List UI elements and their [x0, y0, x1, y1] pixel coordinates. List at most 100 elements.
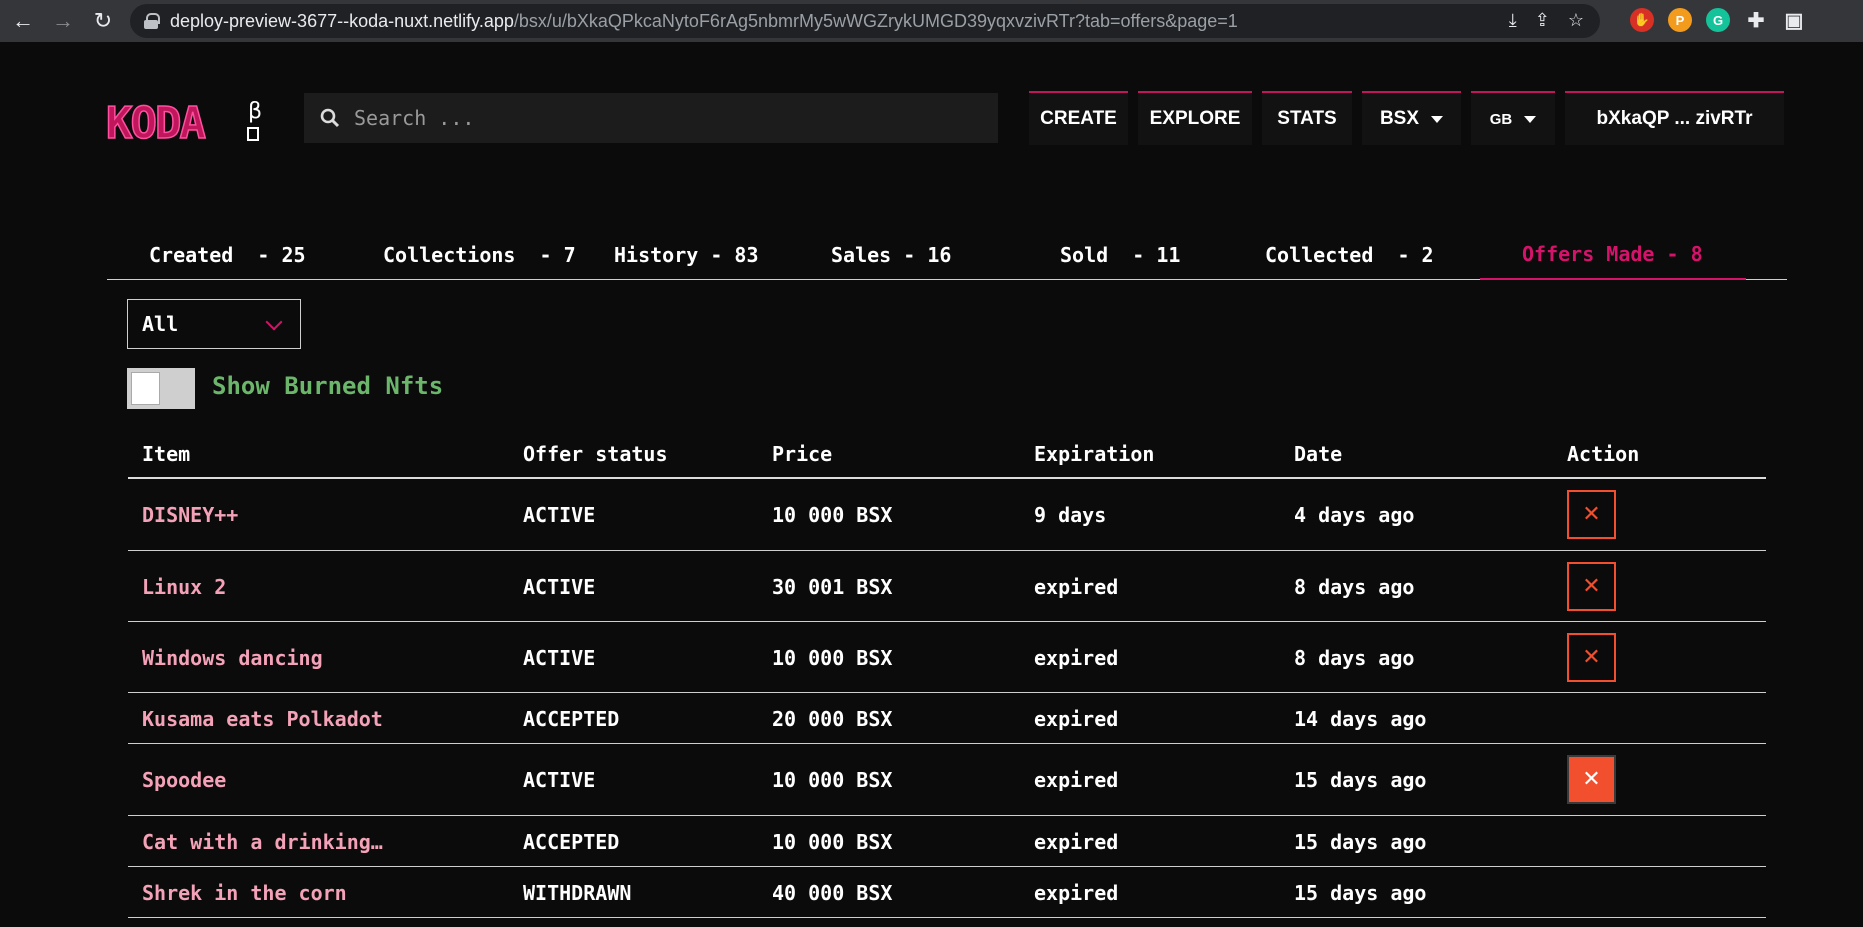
url-path: /bsx/u/bXkaQPkcaNytoF6rAg5nbmrMy5wWGZryk…: [513, 10, 1238, 31]
offer-status: ACTIVE: [523, 575, 596, 599]
offer-price: 40 000 BSX: [772, 881, 893, 905]
show-burned-label: Show Burned Nfts: [212, 372, 444, 400]
header-expiration: Expiration: [1034, 442, 1155, 466]
search-bar: [304, 93, 998, 143]
show-burned-toggle[interactable]: [127, 368, 195, 409]
tab-created[interactable]: Created - 25: [107, 230, 349, 280]
close-icon: ✕: [1582, 574, 1601, 599]
caret-down-icon: [1431, 115, 1444, 123]
offer-expiration: expired: [1034, 881, 1119, 905]
cancel-offer-button[interactable]: ✕: [1567, 755, 1616, 804]
top-nav: CREATE EXPLORE STATS BSX GB bXkaQP ... z…: [1029, 91, 1784, 145]
item-link[interactable]: Spoodee: [142, 768, 226, 792]
table-row: Kusama eats Polkadot ACCEPTED 20 000 BSX…: [128, 693, 1766, 744]
offer-date[interactable]: 14 days ago: [1294, 707, 1426, 731]
close-icon: ✕: [1582, 767, 1601, 792]
chevron-down-icon: [265, 313, 283, 331]
logo-text: KODA: [106, 98, 205, 149]
item-link[interactable]: DISNEY++: [142, 503, 238, 527]
forward-icon[interactable]: →: [46, 4, 80, 38]
offer-expiration: expired: [1034, 575, 1119, 599]
extensions-puzzle-icon[interactable]: ✚: [1744, 8, 1768, 32]
offer-date[interactable]: 15 days ago: [1294, 881, 1426, 905]
tab-history[interactable]: History - 83: [583, 230, 814, 280]
offer-price: 10 000 BSX: [772, 830, 893, 854]
offer-expiration: 9 days: [1034, 503, 1107, 527]
item-link[interactable]: Shrek in the corn: [142, 881, 347, 905]
logo-beta: β: [248, 99, 262, 124]
url-host: deploy-preview-3677--koda-nuxt.netlify.a…: [170, 10, 514, 31]
offer-date[interactable]: 8 days ago: [1294, 575, 1414, 599]
header-price: Price: [772, 442, 833, 466]
reload-icon[interactable]: ↻: [86, 4, 120, 38]
extension-p-icon[interactable]: P: [1668, 8, 1692, 32]
offer-date[interactable]: 15 days ago: [1294, 768, 1426, 792]
offer-status: ACCEPTED: [523, 707, 620, 731]
offer-price: 10 000 BSX: [772, 503, 893, 527]
tab-sales[interactable]: Sales - 16: [814, 230, 1031, 280]
nav-create[interactable]: CREATE: [1029, 91, 1128, 145]
chain-select[interactable]: BSX: [1362, 91, 1461, 145]
offer-price: 10 000 BSX: [772, 646, 893, 670]
address-bar[interactable]: deploy-preview-3677--koda-nuxt.netlify.a…: [130, 4, 1600, 38]
offers-table: Item Offer status Price Expiration Date …: [128, 432, 1766, 918]
offer-status: ACCEPTED: [523, 830, 620, 854]
table-row: Shrek in the corn WITHDRAWN 40 000 BSX e…: [128, 867, 1766, 918]
header-date: Date: [1294, 442, 1343, 466]
close-icon: ✕: [1582, 645, 1601, 670]
item-link[interactable]: Kusama eats Polkadot: [142, 707, 383, 731]
offer-price: 30 001 BSX: [772, 575, 893, 599]
nav-explore[interactable]: EXPLORE: [1138, 91, 1252, 145]
header-status: Offer status: [523, 442, 668, 466]
offer-expiration: expired: [1034, 830, 1119, 854]
side-panel-icon[interactable]: ▣: [1782, 8, 1806, 32]
grammarly-icon[interactable]: G: [1706, 8, 1730, 32]
cancel-offer-button[interactable]: ✕: [1567, 490, 1616, 539]
offer-price: 10 000 BSX: [772, 768, 893, 792]
close-icon: ✕: [1582, 502, 1601, 527]
caret-down-icon: [1524, 115, 1537, 123]
search-input[interactable]: [354, 106, 954, 130]
offer-status: WITHDRAWN: [523, 881, 632, 905]
toggle-knob: [131, 372, 160, 405]
lock-icon: [144, 13, 160, 29]
tab-offers-made[interactable]: Offers Made - 8: [1480, 230, 1746, 280]
install-icon[interactable]: ⤓: [1509, 10, 1517, 31]
share-icon[interactable]: ⇪: [1535, 10, 1550, 31]
extension-stop-icon[interactable]: ✋: [1630, 8, 1654, 32]
offer-date[interactable]: 15 days ago: [1294, 830, 1426, 854]
cancel-offer-button[interactable]: ✕: [1567, 633, 1616, 682]
item-link[interactable]: Cat with a drinking…: [142, 830, 383, 854]
offer-price: 20 000 BSX: [772, 707, 893, 731]
offer-date[interactable]: 8 days ago: [1294, 646, 1414, 670]
offer-status: ACTIVE: [523, 503, 596, 527]
item-link[interactable]: Linux 2: [142, 575, 226, 599]
filter-selected-value: All: [142, 312, 179, 336]
table-header: Item Offer status Price Expiration Date …: [128, 432, 1766, 479]
table-row: Cat with a drinking… ACCEPTED 10 000 BSX…: [128, 816, 1766, 867]
offer-status: ACTIVE: [523, 646, 596, 670]
offer-status: ACTIVE: [523, 768, 596, 792]
nav-stats[interactable]: STATS: [1262, 91, 1352, 145]
table-row: DISNEY++ ACTIVE 10 000 BSX 9 days 4 days…: [128, 479, 1766, 551]
cancel-offer-button[interactable]: ✕: [1567, 562, 1616, 611]
offer-expiration: expired: [1034, 707, 1119, 731]
account-button[interactable]: bXkaQP ... zivRTr: [1565, 91, 1784, 145]
profile-tabs: Created - 25 Collections - 7 History - 8…: [107, 230, 1787, 280]
item-link[interactable]: Windows dancing: [142, 646, 323, 670]
bookmark-star-icon[interactable]: ☆: [1568, 10, 1584, 31]
table-row: Spoodee ACTIVE 10 000 BSX expired 15 day…: [128, 744, 1766, 816]
table-row: Windows dancing ACTIVE 10 000 BSX expire…: [128, 622, 1766, 693]
koda-logo[interactable]: KODA β: [106, 92, 266, 152]
offer-expiration: expired: [1034, 646, 1119, 670]
tab-sold[interactable]: Sold - 11: [1031, 230, 1238, 280]
back-icon[interactable]: ←: [6, 4, 40, 38]
tab-collected[interactable]: Collected - 2: [1238, 230, 1480, 280]
language-select[interactable]: GB: [1471, 91, 1555, 145]
offer-filter-select[interactable]: All: [127, 299, 301, 349]
offer-date[interactable]: 4 days ago: [1294, 503, 1414, 527]
table-row: Linux 2 ACTIVE 30 001 BSX expired 8 days…: [128, 551, 1766, 622]
browser-toolbar: ← → ↻ deploy-preview-3677--koda-nuxt.net…: [0, 0, 1863, 42]
search-icon: [320, 108, 340, 128]
tab-collections[interactable]: Collections - 7: [349, 230, 583, 280]
